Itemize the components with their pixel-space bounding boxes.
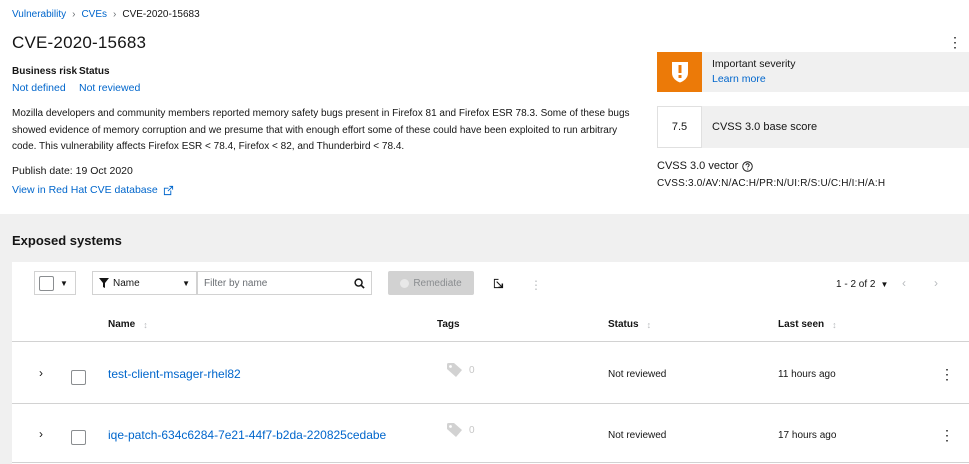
redhat-cve-link[interactable]: View in Red Hat CVE database bbox=[12, 184, 174, 196]
search-icon[interactable] bbox=[354, 277, 365, 289]
filter-by-name bbox=[197, 271, 372, 295]
tags-cell[interactable]: 0 bbox=[447, 363, 475, 377]
exclamation-shield-icon bbox=[671, 62, 688, 83]
row-checkbox[interactable] bbox=[71, 370, 86, 385]
caret-down-icon: ▼ bbox=[182, 278, 190, 288]
learn-more-link[interactable]: Learn more bbox=[712, 73, 795, 85]
sort-icon: ↕ bbox=[832, 319, 837, 330]
page-title: CVE-2020-15683 bbox=[12, 33, 147, 52]
tags-count: 0 bbox=[469, 424, 475, 436]
cvss-score-value: 7.5 bbox=[657, 106, 702, 148]
breadcrumb-separator-icon: › bbox=[72, 9, 76, 20]
filter-name-input[interactable] bbox=[204, 277, 349, 289]
column-header-name[interactable]: Name ↕ bbox=[108, 319, 148, 330]
pagination-dropdown[interactable]: 1 - 2 of 2 ▼ bbox=[836, 279, 888, 290]
help-icon[interactable] bbox=[742, 160, 754, 172]
ansible-icon bbox=[400, 278, 410, 288]
expand-row-chevron-icon[interactable]: › bbox=[39, 427, 43, 441]
kebab-icon[interactable]: ⋮ bbox=[530, 278, 542, 292]
kebab-icon[interactable]: ⋮ bbox=[948, 34, 962, 51]
status-cell: Not reviewed bbox=[608, 369, 667, 380]
status: Status Not reviewed bbox=[79, 65, 140, 94]
remediate-label: Remediate bbox=[413, 277, 462, 289]
caret-down-icon: ▼ bbox=[60, 278, 68, 288]
severity-card: Important severity Learn more bbox=[657, 52, 969, 92]
chevron-left-icon[interactable]: ‹ bbox=[902, 276, 906, 290]
caret-down-icon: ▼ bbox=[880, 280, 889, 289]
business-risk-value[interactable]: Not defined bbox=[12, 82, 77, 94]
export-icon[interactable] bbox=[493, 278, 504, 289]
tag-icon bbox=[447, 423, 462, 437]
expand-row-chevron-icon[interactable]: › bbox=[39, 366, 43, 380]
bulk-select-dropdown[interactable]: ▼ bbox=[34, 271, 76, 295]
cvss-score-card: 7.5 CVSS 3.0 base score bbox=[657, 106, 969, 148]
remediate-button[interactable]: Remediate bbox=[388, 271, 474, 295]
severity-title: Important severity bbox=[712, 58, 796, 70]
last-seen-cell: 11 hours ago bbox=[778, 369, 836, 380]
breadcrumb: Vulnerability › CVEs › CVE-2020-15683 bbox=[12, 9, 200, 20]
cvss-vector-label: CVSS 3.0 vector bbox=[657, 160, 739, 172]
exposed-systems-title: Exposed systems bbox=[12, 233, 122, 248]
column-header-label: Last seen bbox=[778, 319, 825, 330]
filter-attribute-select[interactable]: Name ▼ bbox=[92, 271, 197, 295]
tags-cell[interactable]: 0 bbox=[447, 423, 475, 437]
row-checkbox[interactable] bbox=[71, 430, 86, 445]
cvss-score-label: CVSS 3.0 base score bbox=[712, 121, 818, 133]
severity-icon-box bbox=[657, 52, 702, 92]
status-value[interactable]: Not reviewed bbox=[79, 82, 140, 94]
cvss-vector-title: CVSS 3.0 vector bbox=[657, 160, 754, 172]
divider bbox=[12, 462, 969, 463]
column-header-label: Tags bbox=[437, 319, 460, 330]
external-link-icon bbox=[163, 185, 173, 195]
last-seen-cell: 17 hours ago bbox=[778, 430, 837, 441]
divider bbox=[12, 403, 969, 404]
pagination-label: 1 - 2 of 2 bbox=[836, 279, 876, 290]
kebab-icon[interactable]: ⋮ bbox=[940, 427, 954, 444]
publish-date: Publish date: 19 Oct 2020 bbox=[12, 165, 133, 177]
tag-icon bbox=[447, 363, 462, 377]
sort-icon: ↕ bbox=[646, 319, 652, 330]
filter-attribute-label: Name bbox=[113, 277, 140, 289]
system-name-link[interactable]: test-client-msager-rhel82 bbox=[108, 367, 241, 381]
business-risk-label: Business risk bbox=[12, 66, 78, 77]
bulk-select-checkbox[interactable] bbox=[39, 275, 54, 291]
sort-icon: ↕ bbox=[143, 319, 148, 330]
kebab-icon[interactable]: ⋮ bbox=[940, 366, 954, 383]
filter-icon bbox=[99, 278, 109, 288]
cvss-vector-value: CVSS:3.0/AV:N/AC:H/PR:N/UI:R/S:U/C:H/I:H… bbox=[657, 178, 886, 189]
cve-description: Mozilla developers and community members… bbox=[12, 108, 630, 152]
column-header-last-seen[interactable]: Last seen ↕ bbox=[778, 319, 837, 330]
column-header-label: Status bbox=[608, 319, 639, 330]
chevron-right-icon[interactable]: › bbox=[934, 276, 938, 290]
breadcrumb-separator-icon: › bbox=[113, 9, 117, 20]
business-risk: Business risk Not defined bbox=[12, 65, 77, 94]
column-header-tags: Tags bbox=[437, 319, 460, 330]
tags-count: 0 bbox=[469, 364, 475, 376]
divider bbox=[12, 341, 969, 342]
column-header-label: Name bbox=[108, 319, 136, 330]
column-header-status[interactable]: Status ↕ bbox=[608, 319, 651, 330]
breadcrumb-current: CVE-2020-15683 bbox=[122, 9, 200, 20]
breadcrumb-vulnerability[interactable]: Vulnerability bbox=[12, 9, 66, 20]
system-name-link[interactable]: iqe-patch-634c6284-7e21-44f7-b2da-220825… bbox=[108, 428, 386, 442]
breadcrumb-cves[interactable]: CVEs bbox=[81, 9, 107, 20]
redhat-cve-link-label: View in Red Hat CVE database bbox=[12, 184, 158, 196]
status-label: Status bbox=[79, 66, 110, 77]
status-cell: Not reviewed bbox=[608, 430, 667, 441]
